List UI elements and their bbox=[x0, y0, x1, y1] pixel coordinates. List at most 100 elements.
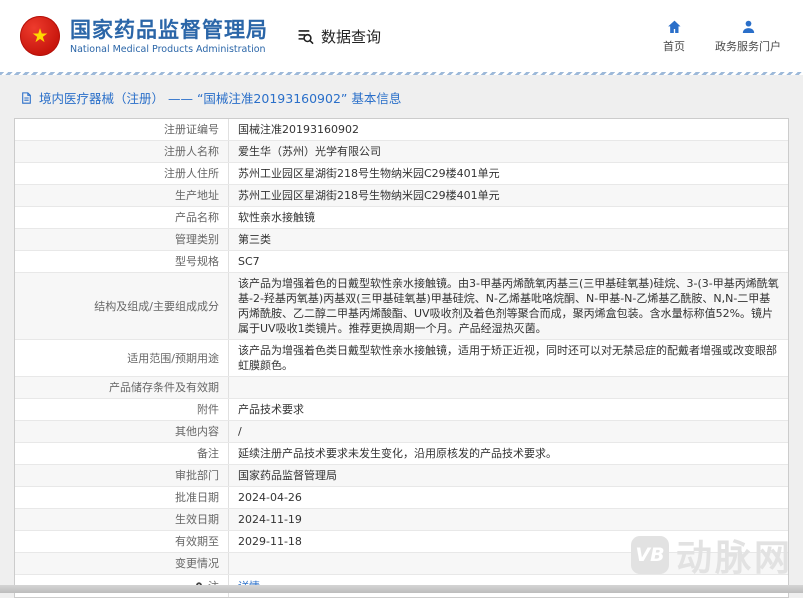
row-label: 注册人名称 bbox=[15, 141, 229, 162]
national-emblem-icon: ★ bbox=[20, 16, 60, 56]
row-label-text: 备注 bbox=[197, 447, 219, 460]
org-name-en: National Medical Products Administration bbox=[70, 44, 266, 56]
table-row: 备注 延续注册产品技术要求未发生变化，沿用原核发的产品技术要求。 bbox=[15, 443, 788, 465]
row-value: / bbox=[229, 421, 788, 442]
row-value-text: 2024-11-19 bbox=[238, 513, 302, 526]
table-row: 生效日期 2024-11-19 bbox=[15, 509, 788, 531]
row-value-text: 国家药品监督管理局 bbox=[238, 469, 337, 482]
site-header: ★ 国家药品监督管理局 National Medical Products Ad… bbox=[0, 0, 803, 72]
portal-link[interactable]: 政务服务门户 bbox=[715, 19, 781, 54]
table-row: 审批部门 国家药品监督管理局 bbox=[15, 465, 788, 487]
row-label: 生产地址 bbox=[15, 185, 229, 206]
row-label-text: 注册人名称 bbox=[164, 145, 219, 158]
table-row: 注册人住所 苏州工业园区星湖街218号生物纳米园C29楼401单元 bbox=[15, 163, 788, 185]
row-label-text: 产品储存条件及有效期 bbox=[109, 381, 219, 394]
row-value-text: 延续注册产品技术要求未发生变化，沿用原核发的产品技术要求。 bbox=[238, 447, 557, 460]
row-label-text: 产品名称 bbox=[175, 211, 219, 224]
row-value: 第三类 bbox=[229, 229, 788, 250]
row-label: 变更情况 bbox=[15, 553, 229, 574]
table-row: 批准日期 2024-04-26 bbox=[15, 487, 788, 509]
brand-text: 国家药品监督管理局 National Medical Products Admi… bbox=[70, 17, 268, 55]
row-label: 附件 bbox=[15, 399, 229, 420]
row-value: 2024-11-19 bbox=[229, 509, 788, 530]
row-label-text: 附件 bbox=[197, 403, 219, 416]
row-value: 2029-11-18 bbox=[229, 531, 788, 552]
row-label: 管理类别 bbox=[15, 229, 229, 250]
table-row: 变更情况 bbox=[15, 553, 788, 575]
row-value: 软性亲水接触镜 bbox=[229, 207, 788, 228]
row-value-text: 苏州工业园区星湖街218号生物纳米园C29楼401单元 bbox=[238, 189, 500, 202]
row-label-text: 管理类别 bbox=[175, 233, 219, 246]
breadcrumb: 境内医疗器械（注册） —— “国械注准20193160902” 基本信息 bbox=[0, 75, 803, 118]
row-value bbox=[229, 553, 788, 574]
document-icon bbox=[20, 91, 33, 105]
brand[interactable]: ★ 国家药品监督管理局 National Medical Products Ad… bbox=[20, 16, 268, 56]
table-row: 型号规格 SC7 bbox=[15, 251, 788, 273]
table-row: 产品名称 软性亲水接触镜 bbox=[15, 207, 788, 229]
row-label: 注册人住所 bbox=[15, 163, 229, 184]
row-value bbox=[229, 377, 788, 398]
row-label: 批准日期 bbox=[15, 487, 229, 508]
portal-link-label: 政务服务门户 bbox=[715, 39, 781, 53]
row-value-text: 该产品为增强着色类日戴型软性亲水接触镜，适用于矫正近视，同时还可以对无禁忌症的配… bbox=[238, 344, 777, 372]
row-label: 产品名称 bbox=[15, 207, 229, 228]
row-value: 2024-04-26 bbox=[229, 487, 788, 508]
row-label: 产品储存条件及有效期 bbox=[15, 377, 229, 398]
row-label-text: 注册证编号 bbox=[164, 123, 219, 136]
row-label-text: 适用范围/预期用途 bbox=[127, 351, 219, 365]
home-link-label: 首页 bbox=[663, 39, 685, 53]
row-value-text: 国械注准20193160902 bbox=[238, 123, 359, 136]
table-row: 产品储存条件及有效期 bbox=[15, 377, 788, 399]
row-value: 爱生华（苏州）光学有限公司 bbox=[229, 141, 788, 162]
row-value: 苏州工业园区星湖街218号生物纳米园C29楼401单元 bbox=[229, 185, 788, 206]
row-value: SC7 bbox=[229, 251, 788, 272]
user-icon bbox=[740, 19, 757, 35]
row-label-text: 型号规格 bbox=[175, 255, 219, 268]
row-label: 其他内容 bbox=[15, 421, 229, 442]
row-value: 国家药品监督管理局 bbox=[229, 465, 788, 486]
row-label: 有效期至 bbox=[15, 531, 229, 552]
table-row: 适用范围/预期用途 该产品为增强着色类日戴型软性亲水接触镜，适用于矫正近视，同时还… bbox=[15, 340, 788, 377]
row-value-text: 该产品为增强着色的日戴型软性亲水接触镜。由3-甲基丙烯酰氧丙基三(三甲基硅氧基)… bbox=[238, 277, 779, 335]
row-label-text: 注册人住所 bbox=[164, 167, 219, 180]
row-label-text: 生产地址 bbox=[175, 189, 219, 202]
row-label-text: 有效期至 bbox=[175, 535, 219, 548]
row-value-text: 爱生华（苏州）光学有限公司 bbox=[238, 145, 381, 158]
table-row: 有效期至 2029-11-18 bbox=[15, 531, 788, 553]
data-query-label: 数据查询 bbox=[321, 27, 382, 46]
row-value: 国械注准20193160902 bbox=[229, 119, 788, 140]
header-links: 首页 政务服务门户 bbox=[663, 19, 781, 54]
row-label: 型号规格 bbox=[15, 251, 229, 272]
table-row: 其他内容 / bbox=[15, 421, 788, 443]
table-row: 结构及组成/主要组成成分 该产品为增强着色的日戴型软性亲水接触镜。由3-甲基丙烯酰… bbox=[15, 273, 788, 340]
info-table: 注册证编号 国械注准20193160902 注册人名称 爱生华（苏州）光学有限公司 注册… bbox=[14, 118, 789, 598]
table-row: 附件 产品技术要求 bbox=[15, 399, 788, 421]
row-value-text: SC7 bbox=[238, 255, 260, 268]
row-label: 注册证编号 bbox=[15, 119, 229, 140]
row-value: 该产品为增强着色类日戴型软性亲水接触镜，适用于矫正近视，同时还可以对无禁忌症的配… bbox=[229, 340, 788, 376]
row-value: 该产品为增强着色的日戴型软性亲水接触镜。由3-甲基丙烯酰氧丙基三(三甲基硅氧基)… bbox=[229, 273, 788, 339]
row-value-text: 2024-04-26 bbox=[238, 491, 302, 504]
row-label-text: 其他内容 bbox=[175, 425, 219, 438]
row-label-text: 批准日期 bbox=[175, 491, 219, 504]
row-value: 产品技术要求 bbox=[229, 399, 788, 420]
row-value-text: / bbox=[238, 425, 242, 438]
row-value: 苏州工业园区星湖街218号生物纳米园C29楼401单元 bbox=[229, 163, 788, 184]
nav-data-query[interactable]: 数据查询 bbox=[296, 26, 381, 47]
org-name: 国家药品监督管理局 bbox=[70, 17, 268, 42]
home-icon bbox=[666, 19, 683, 35]
row-label: 生效日期 bbox=[15, 509, 229, 530]
row-label: 审批部门 bbox=[15, 465, 229, 486]
row-label-text: 审批部门 bbox=[175, 469, 219, 482]
row-value-text: 产品技术要求 bbox=[238, 403, 304, 416]
table-row: 生产地址 苏州工业园区星湖街218号生物纳米园C29楼401单元 bbox=[15, 185, 788, 207]
row-value-text: 软性亲水接触镜 bbox=[238, 211, 315, 224]
breadcrumb-text: 境内医疗器械（注册） —— “国械注准20193160902” 基本信息 bbox=[39, 91, 402, 106]
row-label: 备注 bbox=[15, 443, 229, 464]
row-label: 结构及组成/主要组成成分 bbox=[15, 273, 229, 339]
row-label-text: 变更情况 bbox=[175, 557, 219, 570]
home-link[interactable]: 首页 bbox=[663, 19, 685, 54]
row-value-text: 第三类 bbox=[238, 233, 271, 246]
table-row: 注册人名称 爱生华（苏州）光学有限公司 bbox=[15, 141, 788, 163]
horizontal-scrollbar[interactable] bbox=[0, 585, 803, 593]
